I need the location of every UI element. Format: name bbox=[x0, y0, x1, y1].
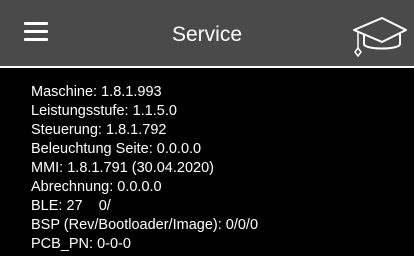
info-line-pcb-pn: PCB_PN: 0-0-0 bbox=[31, 236, 131, 252]
page-title: Service bbox=[171, 23, 243, 46]
info-line-beleuchtung-seite: Beleuchtung Seite: 0.0.0.0 bbox=[31, 141, 202, 157]
header-bar: Service bbox=[0, 0, 414, 66]
service-screen: Service Maschine: 1.8.1.993 Leistungsstu… bbox=[0, 0, 414, 256]
info-line-mmi: MMI: 1.8.1.791 (30.04.2020) bbox=[31, 160, 214, 176]
info-line-abrechnung: Abrechnung: 0.0.0.0 bbox=[31, 179, 162, 195]
menu-bar-bottom bbox=[24, 38, 48, 41]
header-divider bbox=[0, 66, 414, 68]
info-line-bsp: BSP (Rev/Bootloader/Image): 0/0/0 bbox=[31, 217, 259, 233]
info-line-ble: BLE: 27 0/ bbox=[31, 198, 111, 214]
info-line-leistungsstufe: Leistungsstufe: 1.1.5.0 bbox=[31, 103, 177, 119]
menu-bar-middle bbox=[24, 30, 48, 33]
info-line-maschine: Maschine: 1.8.1.993 bbox=[31, 84, 162, 100]
info-line-steuerung: Steuerung: 1.8.1.792 bbox=[31, 122, 167, 138]
version-info-list: Maschine: 1.8.1.993 Leistungsstufe: 1.1.… bbox=[31, 83, 411, 254]
hamburger-menu-icon[interactable] bbox=[24, 22, 48, 42]
graduation-cap-icon[interactable] bbox=[352, 8, 408, 58]
graduation-cap-graphic bbox=[353, 17, 407, 58]
menu-bar-top bbox=[24, 22, 48, 25]
